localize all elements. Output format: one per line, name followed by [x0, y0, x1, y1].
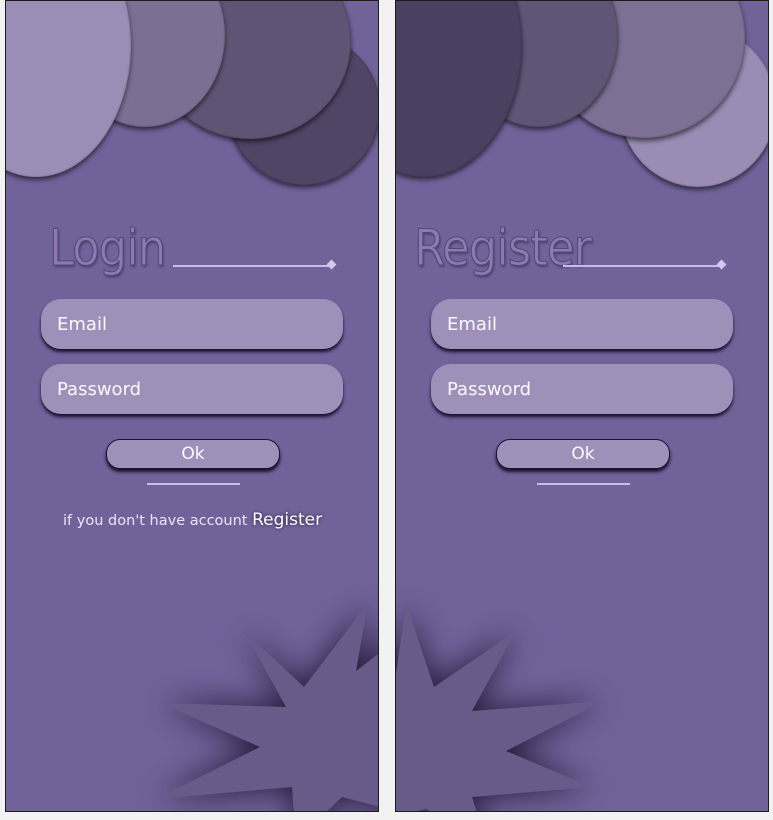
title-diamond [326, 259, 337, 270]
title-underline [173, 265, 331, 267]
password-field[interactable] [431, 364, 733, 414]
decorative-star [396, 603, 604, 811]
decorative-circle [396, 1, 522, 177]
decorative-star [156, 603, 378, 811]
decorative-circle [6, 1, 131, 177]
ok-button[interactable]: Ok [106, 439, 280, 469]
register-link[interactable]: Register [252, 510, 322, 530]
login-screen: Login Ok if you don't have account Regis… [5, 0, 379, 812]
register-prompt: if you don't have account Register [63, 510, 322, 530]
title-diamond [716, 259, 727, 270]
title-underline [563, 265, 721, 267]
email-field[interactable] [41, 299, 343, 349]
register-prompt-text: if you don't have account [63, 513, 248, 529]
password-field[interactable] [41, 364, 343, 414]
divider [537, 483, 630, 485]
page-title: Login [48, 219, 166, 278]
email-field[interactable] [431, 299, 733, 349]
ok-button[interactable]: Ok [496, 439, 670, 469]
register-screen: Register Ok [395, 0, 769, 812]
page-title: Register [414, 219, 593, 278]
divider [147, 483, 240, 485]
